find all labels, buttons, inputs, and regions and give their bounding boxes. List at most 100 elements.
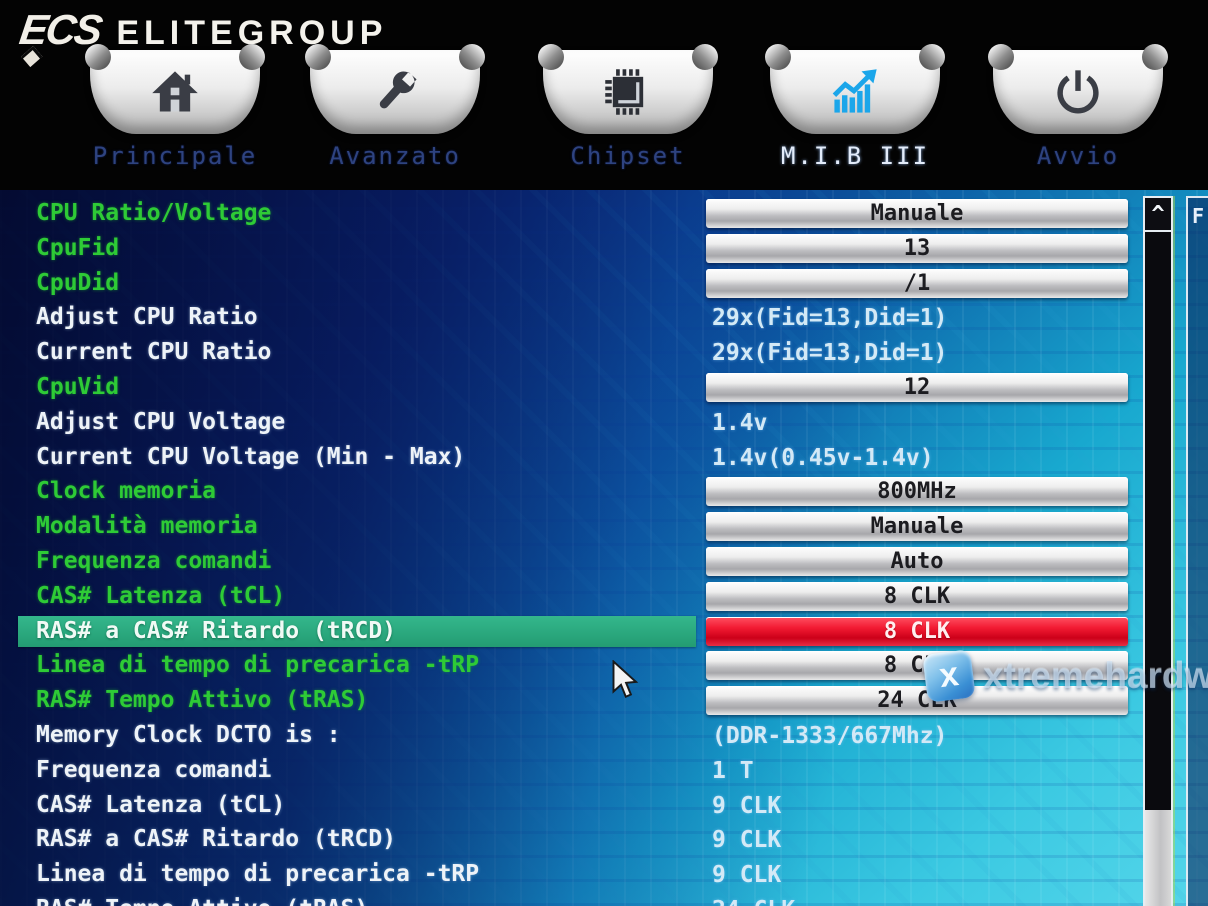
setting-value: 9 CLK: [706, 793, 1128, 819]
setting-label: Frequenza comandi: [36, 757, 271, 783]
settings-row[interactable]: Frequenza comandi 1 T: [0, 754, 1208, 789]
setting-value-cell: 13: [706, 232, 1128, 267]
setting-value: 24 CLK: [706, 897, 1128, 906]
settings-row[interactable]: CAS# Latenza (tCL) 9 CLK: [0, 789, 1208, 824]
setting-label: Current CPU Voltage (Min - Max): [36, 444, 465, 470]
mouse-cursor-icon: [612, 660, 642, 702]
setting-value-button[interactable]: /1: [706, 269, 1128, 298]
setting-value-cell: 9 CLK: [706, 789, 1128, 824]
tab-principale[interactable]: Principale: [90, 50, 260, 170]
tab-avvio[interactable]: Avvio: [993, 50, 1163, 170]
tab-ribbon[interactable]: [90, 50, 260, 134]
tab-label: Avvio: [993, 142, 1163, 170]
setting-value-button[interactable]: Auto: [706, 547, 1128, 576]
setting-value-cell: 9 CLK: [706, 823, 1128, 858]
settings-row[interactable]: Frequenza comandi Auto: [0, 545, 1208, 580]
settings-row[interactable]: Memory Clock DCTO is : (DDR-1333/667Mhz): [0, 719, 1208, 754]
setting-label: Frequenza comandi: [36, 548, 271, 574]
setting-label: Adjust CPU Ratio: [36, 304, 258, 330]
tab-m-i-b-iii[interactable]: M.I.B III: [770, 50, 940, 170]
setting-value: 29x(Fid=13,Did=1): [706, 305, 1128, 331]
settings-row[interactable]: CAS# Latenza (tCL) 8 CLK: [0, 580, 1208, 615]
settings-row[interactable]: CpuVid 12: [0, 371, 1208, 406]
tab-label: Chipset: [543, 142, 713, 170]
tab-label: Avanzato: [310, 142, 480, 170]
tab-ribbon[interactable]: [543, 50, 713, 134]
setting-label: CpuVid: [36, 374, 119, 400]
setting-value-cell: 12: [706, 371, 1128, 406]
setting-label: RAS# Tempo Attivo (tRAS): [36, 896, 368, 906]
chip-icon: [602, 66, 654, 118]
wrench-icon: [369, 66, 421, 118]
setting-label: Linea di tempo di precarica -tRP: [36, 861, 479, 887]
settings-list: CPU Ratio/Voltage Manuale CpuFid 13 CpuD…: [0, 197, 1208, 906]
setting-value-button[interactable]: Manuale: [706, 512, 1128, 541]
setting-value-cell: (DDR-1333/667Mhz): [706, 719, 1128, 754]
setting-label: CAS# Latenza (tCL): [36, 792, 285, 818]
setting-value-cell: Manuale: [706, 197, 1128, 232]
setting-value-cell: 1.4v: [706, 406, 1128, 441]
setting-value: (DDR-1333/667Mhz): [706, 723, 1128, 749]
setting-value: 9 CLK: [706, 827, 1128, 853]
setting-value-button[interactable]: 8 CLK: [706, 617, 1128, 646]
settings-row[interactable]: Current CPU Ratio 29x(Fid=13,Did=1): [0, 336, 1208, 371]
setting-value-cell: Auto: [706, 545, 1128, 580]
tab-avanzato[interactable]: Avanzato: [310, 50, 480, 170]
setting-value-button[interactable]: 12: [706, 373, 1128, 402]
setting-value-cell: 8 CLK: [706, 615, 1128, 650]
setting-label: RAS# a CAS# Ritardo (tRCD): [36, 826, 396, 852]
settings-row[interactable]: Adjust CPU Voltage 1.4v: [0, 406, 1208, 441]
setting-value-button[interactable]: 800MHz: [706, 477, 1128, 506]
setting-label: Adjust CPU Voltage: [36, 409, 285, 435]
scrollbar[interactable]: ^: [1143, 196, 1173, 906]
settings-row[interactable]: RAS# Tempo Attivo (tRAS) 24 CLK: [0, 893, 1208, 906]
tab-ribbon[interactable]: [310, 50, 480, 134]
setting-label: Modalità memoria: [36, 513, 258, 539]
settings-panel: CPU Ratio/Voltage Manuale CpuFid 13 CpuD…: [0, 190, 1208, 906]
setting-value-cell: 800MHz: [706, 475, 1128, 510]
setting-value-cell: 29x(Fid=13,Did=1): [706, 301, 1128, 336]
scroll-up-button[interactable]: ^: [1145, 198, 1171, 232]
tab-label: M.I.B III: [770, 142, 940, 170]
setting-value-cell: 29x(Fid=13,Did=1): [706, 336, 1128, 371]
setting-label: RAS# a CAS# Ritardo (tRCD): [36, 618, 396, 644]
settings-row[interactable]: CpuDid /1: [0, 267, 1208, 302]
setting-value-cell: 24 CLK: [706, 893, 1128, 906]
setting-value-cell: 1.4v(0.45v-1.4v): [706, 441, 1128, 476]
power-icon: [1052, 66, 1104, 118]
setting-value-cell: 1 T: [706, 754, 1128, 789]
setting-value-button[interactable]: Manuale: [706, 199, 1128, 228]
settings-row[interactable]: Modalità memoria Manuale: [0, 510, 1208, 545]
setting-value-button[interactable]: 13: [706, 234, 1128, 263]
right-panel-edge: F: [1186, 196, 1208, 906]
setting-label: Clock memoria: [36, 478, 216, 504]
tab-label: Principale: [90, 142, 260, 170]
setting-label: RAS# Tempo Attivo (tRAS): [36, 687, 368, 713]
home-icon: [149, 66, 201, 118]
watermark: x xtremehardware.it: [925, 652, 1208, 700]
brand: ECS ELITEGROUP: [20, 6, 387, 54]
settings-row[interactable]: Adjust CPU Ratio 29x(Fid=13,Did=1): [0, 301, 1208, 336]
setting-label: CpuFid: [36, 235, 119, 261]
setting-label: Current CPU Ratio: [36, 339, 271, 365]
setting-value: 9 CLK: [706, 862, 1128, 888]
settings-row[interactable]: RAS# a CAS# Ritardo (tRCD) 9 CLK: [0, 823, 1208, 858]
setting-label: CAS# Latenza (tCL): [36, 583, 285, 609]
settings-row[interactable]: Clock memoria 800MHz: [0, 475, 1208, 510]
chart-icon: [829, 66, 881, 118]
setting-value: 29x(Fid=13,Did=1): [706, 340, 1128, 366]
watermark-text: xtremehardware.it: [983, 655, 1208, 697]
tab-ribbon[interactable]: [770, 50, 940, 134]
tab-ribbon[interactable]: [993, 50, 1163, 134]
tab-chipset[interactable]: Chipset: [543, 50, 713, 170]
setting-value-button[interactable]: 8 CLK: [706, 582, 1128, 611]
settings-row[interactable]: CPU Ratio/Voltage Manuale: [0, 197, 1208, 232]
setting-value-cell: 9 CLK: [706, 858, 1128, 893]
setting-value: 1.4v(0.45v-1.4v): [706, 445, 1128, 471]
settings-row[interactable]: RAS# a CAS# Ritardo (tRCD) 8 CLK: [0, 615, 1208, 650]
scrollbar-thumb[interactable]: [1145, 810, 1171, 906]
settings-row[interactable]: Current CPU Voltage (Min - Max) 1.4v(0.4…: [0, 441, 1208, 476]
settings-row[interactable]: CpuFid 13: [0, 232, 1208, 267]
settings-row[interactable]: Linea di tempo di precarica -tRP 9 CLK: [0, 858, 1208, 893]
setting-value: 1.4v: [706, 410, 1128, 436]
